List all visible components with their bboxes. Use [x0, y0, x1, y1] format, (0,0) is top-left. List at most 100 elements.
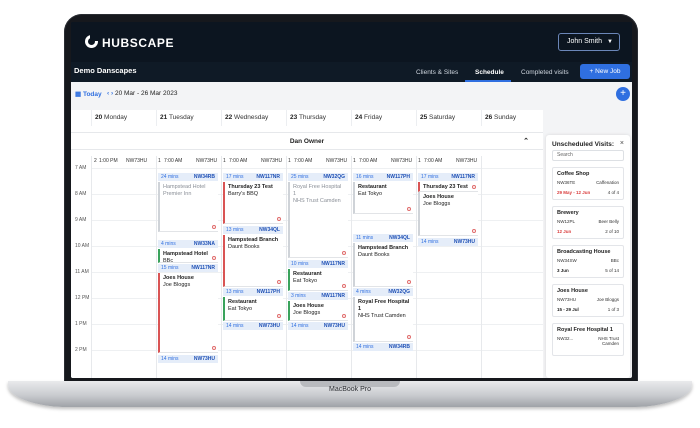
job-client: Daunt Books: [228, 244, 260, 250]
travel-minutes: 17 mins: [421, 174, 439, 180]
tab-clients-sites[interactable]: Clients & Sites: [416, 69, 458, 76]
job-title: Royal Free Hospital 1: [293, 184, 342, 197]
job-card[interactable]: Restaurant Eat Tokyo: [223, 297, 283, 321]
travel-time-bar: 14 mins NW73HU: [223, 322, 283, 330]
column-subheader: NW73HU: [456, 158, 478, 164]
travel-postcode: NW73HU: [193, 356, 215, 362]
job-card[interactable]: Royal Free Hospital 1 NHS Trust Camden: [288, 182, 348, 258]
status-icon: [407, 335, 411, 339]
job-card[interactable]: Joes House Joe Bloggs: [158, 273, 218, 353]
unscheduled-visit-card[interactable]: Joes House NW73HU Joe Bloggs 15 - 29 Jul 1 o…: [552, 284, 624, 317]
hour-label: 10 AM: [75, 243, 90, 249]
unscheduled-visit-card[interactable]: Royal Free Hospital 1 NW32... NHS Trust Ca…: [552, 323, 624, 356]
travel-postcode: NW117NR: [321, 293, 345, 299]
travel-minutes: 14 mins: [356, 344, 374, 350]
job-title: Hampstead Hotel: [163, 251, 208, 257]
status-icon: [472, 229, 476, 233]
unscheduled-visit-card[interactable]: Coffee Shop NW36TE Caffenation 29 May - 12 …: [552, 167, 624, 200]
status-icon: [212, 225, 216, 229]
travel-minutes: 25 mins: [291, 174, 309, 180]
travel-time-bar: 14 mins NW73HU: [288, 322, 348, 330]
job-card[interactable]: Hampstead Branch Daunt Books: [353, 243, 413, 287]
column-subheader: 7:00 AM: [164, 158, 183, 164]
job-card[interactable]: Joes House Joe Bloggs: [418, 192, 478, 236]
day-header-monday: 20 Monday: [91, 110, 156, 126]
travel-minutes: 10 mins: [291, 261, 309, 267]
add-button[interactable]: +: [616, 87, 630, 101]
job-card[interactable]: Hampstead Hotel BBc: [158, 249, 218, 263]
job-title: Thursday 23 Test: [228, 184, 273, 190]
day-name: Wednesday: [234, 114, 269, 121]
column-separator: [91, 156, 92, 378]
prev-week-button[interactable]: ‹: [107, 90, 109, 97]
app-screen: HUBSCAPE John Smith ▼ Demo Danscapes Cli…: [71, 22, 632, 378]
hubscape-logo-icon: [85, 35, 98, 48]
travel-postcode: NW73HU: [323, 323, 345, 329]
travel-time-bar: 13 mins NW34QL: [223, 226, 283, 234]
job-title: Hampstead Hotel: [163, 184, 206, 190]
visit-name: Broadcasting House: [557, 249, 611, 255]
job-card[interactable]: Hampstead Branch Daunt Books: [223, 235, 283, 287]
owner-row[interactable]: Dan Owner ⌃: [71, 132, 543, 150]
day-name: Friday: [364, 114, 383, 121]
travel-minutes: 13 mins: [226, 227, 244, 233]
column-subheader: 7:00 AM: [294, 158, 313, 164]
travel-time-bar: 13 mins NW117PH: [223, 288, 283, 296]
visit-postcode: NW32...: [557, 336, 574, 341]
tab-schedule[interactable]: Schedule: [475, 69, 504, 76]
hour-label: 12 PM: [75, 295, 90, 301]
job-client: Joe Bloggs: [293, 310, 321, 316]
next-week-button[interactable]: ›: [111, 90, 113, 97]
job-card[interactable]: Thursday 23 Test: [418, 182, 478, 192]
user-menu-button[interactable]: John Smith ▼: [558, 33, 620, 51]
unscheduled-visits-panel: Unscheduled Visits: × Search Coffee Shop…: [546, 135, 630, 378]
column-subheader: 7:00 AM: [424, 158, 443, 164]
status-icon: [342, 314, 346, 318]
travel-postcode: NW117NR: [321, 261, 345, 267]
travel-minutes: 24 mins: [161, 174, 179, 180]
visit-count: 4 of 4: [607, 190, 619, 195]
day-number: 21: [160, 114, 168, 121]
job-client: Barry's BBQ: [228, 191, 259, 197]
visit-name: Royal Free Hospital 1: [557, 327, 613, 333]
chevron-up-icon[interactable]: ⌃: [523, 133, 529, 151]
job-title: Restaurant: [293, 271, 322, 277]
unscheduled-visit-card[interactable]: Brewery NW12PL Beer Belly 12 Jun 2 of 10: [552, 206, 624, 239]
job-card[interactable]: Joes House Joe Bloggs: [288, 301, 348, 321]
job-client: NHS Trust Camden: [293, 198, 341, 204]
job-title: Restaurant: [358, 184, 387, 190]
user-name: John Smith: [567, 38, 603, 45]
status-icon: [277, 314, 281, 318]
travel-postcode: NW117PH: [386, 174, 410, 180]
job-card[interactable]: Restaurant Eat Tokyo: [288, 269, 348, 291]
travel-minutes: 4 mins: [161, 241, 176, 247]
search-input[interactable]: Search: [552, 150, 624, 161]
travel-minutes: 13 mins: [226, 289, 244, 295]
new-job-button[interactable]: + New Job: [580, 64, 630, 79]
job-card[interactable]: Royal Free Hospital 1 NHS Trust Camden: [353, 297, 413, 342]
job-card[interactable]: Hampstead Hotel Premier Inn: [158, 182, 218, 232]
job-card[interactable]: Thursday 23 Test Barry's BBQ: [223, 182, 283, 224]
day-name: Thursday: [298, 114, 327, 121]
travel-postcode: NW117NR: [191, 265, 215, 271]
status-icon: [212, 346, 216, 350]
week-calendar: 20 Monday 21 Tuesday 22 Wednesday 23 Thursd…: [71, 110, 543, 378]
job-client: Daunt Books: [358, 252, 390, 258]
tab-completed-visits[interactable]: Completed visits: [521, 69, 569, 76]
column-subheader: 7:00 AM: [229, 158, 248, 164]
travel-postcode: NW34QL: [259, 227, 280, 233]
day-name: Tuesday: [168, 114, 194, 121]
today-button[interactable]: ▦ Today: [75, 90, 102, 98]
travel-time-bar: 4 mins NW33NA: [158, 240, 218, 248]
close-icon[interactable]: ×: [620, 140, 624, 147]
job-card[interactable]: Restaurant Eat Tokyo: [353, 182, 413, 214]
travel-postcode: NW117NR: [256, 174, 280, 180]
status-icon: [212, 256, 216, 260]
job-title: Hampstead Branch: [358, 245, 409, 251]
day-number: 20: [95, 114, 103, 121]
unscheduled-visit-card[interactable]: Broadcasting House NW34SW BBc 3 Jun 5 of 14: [552, 245, 624, 278]
column-subheader: NW73HU: [391, 158, 413, 164]
day-header-friday: 24 Friday: [351, 110, 416, 126]
travel-minutes: 15 mins: [161, 265, 179, 271]
date-range-label: 20 Mar - 26 Mar 2023: [114, 90, 178, 97]
